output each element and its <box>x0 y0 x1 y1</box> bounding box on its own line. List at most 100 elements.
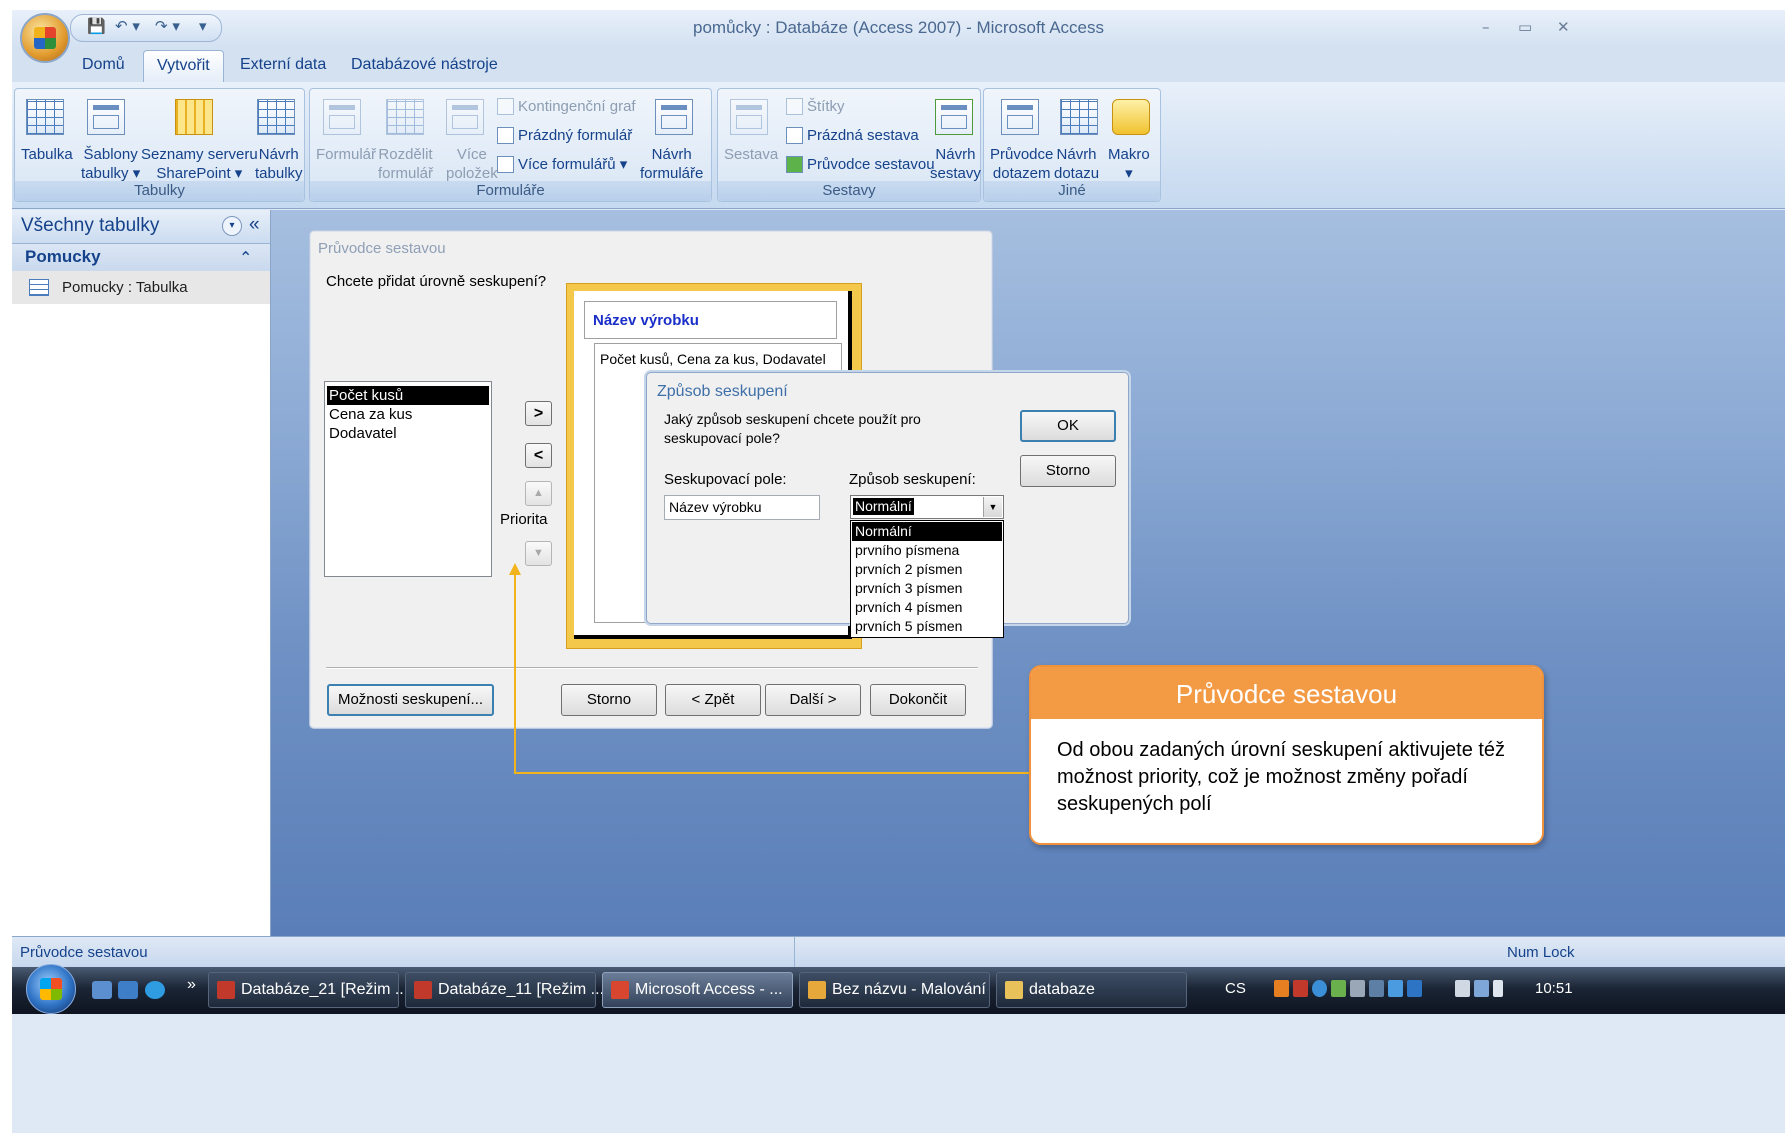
minimize-button[interactable]: – <box>1482 18 1490 36</box>
stitky-button[interactable]: Štítky <box>807 97 845 116</box>
tray-app-icon[interactable] <box>1274 980 1289 997</box>
navrh-tabulky-label: Návrh <box>258 146 299 163</box>
undo-icon[interactable]: ↶ ▾ <box>115 17 140 35</box>
vice-polozek-button[interactable]: Více položek <box>446 145 498 183</box>
group-sestavy: Sestava Štítky Prázdná sestava Průvodce … <box>717 88 981 202</box>
tray-messenger-icon[interactable] <box>1388 980 1403 997</box>
restore-button[interactable]: ▭ <box>1518 18 1532 36</box>
ok-button[interactable]: OK <box>1020 410 1116 442</box>
task-malovani[interactable]: Bez názvu - Malování <box>799 972 990 1008</box>
remove-grouping-button[interactable]: < <box>525 443 552 468</box>
close-button[interactable]: ✕ <box>1557 18 1570 36</box>
back-button[interactable]: < Zpět <box>665 684 761 716</box>
field-list[interactable]: Počet kusů Cena za kus Dodavatel <box>324 381 492 577</box>
save-icon[interactable]: 💾 <box>87 17 106 35</box>
switch-windows-icon[interactable] <box>118 981 138 999</box>
start-button[interactable] <box>26 964 76 1014</box>
navrh-sestavy-button[interactable]: Návrh sestavy <box>930 145 981 183</box>
tray-security-icon[interactable] <box>1331 980 1346 997</box>
tray-bluetooth-icon[interactable] <box>1407 980 1422 997</box>
field-item-pocet-kusu[interactable]: Počet kusů <box>327 386 489 405</box>
nav-group-pomucky[interactable]: Pomucky ⌃ <box>12 244 270 271</box>
vice-polozek-label: Více <box>456 146 487 163</box>
query-wizard-icon <box>1001 99 1039 135</box>
task-databaze-21[interactable]: Databáze_21 [Režim ... <box>208 972 408 1008</box>
navrh-tabulky-button[interactable]: Návrh tabulky <box>255 145 303 183</box>
tab-externi-data[interactable]: Externí data <box>240 56 326 74</box>
grouping-option-5[interactable]: prvních 5 písmen <box>852 617 1002 636</box>
finish-button[interactable]: Dokončit <box>870 684 966 716</box>
show-desktop-icon[interactable] <box>92 981 112 999</box>
nav-item-pomucky-tabulka[interactable]: Pomucky : Tabulka <box>12 271 270 304</box>
grouping-option-4[interactable]: prvních 4 písmen <box>852 598 1002 617</box>
dropdown-arrow-icon[interactable]: ▼ <box>983 497 1002 517</box>
priority-down-button[interactable]: ▼ <box>525 541 552 566</box>
rozdelit-formular-button[interactable]: Rozdělit formulář <box>378 145 433 183</box>
grouping-options-button[interactable]: Možnosti seskupení... <box>327 684 494 716</box>
prazdny-formular-button[interactable]: Prázdný formulář <box>518 126 632 145</box>
cancel-button[interactable]: Storno <box>561 684 657 716</box>
sablony-button[interactable]: Šablony tabulky ▾ <box>81 145 140 183</box>
group-jine: Průvodce dotazem Návrh dotazu Makro ▾ Jiné <box>983 88 1161 202</box>
task-label: Databáze_11 [Režim ... <box>438 981 605 998</box>
access-window: pomůcky : Databáze (Access 2007) - Micro… <box>12 10 1785 1133</box>
tab-vytvorit[interactable]: Vytvořit <box>143 50 224 83</box>
navrh-dotazu-button[interactable]: Návrh dotazu <box>1054 145 1099 183</box>
grouping-cancel-button[interactable]: Storno <box>1020 455 1116 487</box>
kontingencni-graf-button[interactable]: Kontingenční graf <box>518 97 636 116</box>
pivot-chart-icon <box>497 98 514 115</box>
priority-up-button[interactable]: ▲ <box>525 481 552 506</box>
sestava-button[interactable]: Sestava <box>724 145 778 164</box>
formular-button[interactable]: Formulář <box>316 145 376 164</box>
acrobat-icon[interactable] <box>1293 980 1308 997</box>
redo-icon[interactable]: ↷ ▾ <box>155 17 180 35</box>
grouping-mode-select[interactable]: Normální ▼ <box>850 495 1004 519</box>
tray-display-icon[interactable] <box>1369 980 1384 997</box>
seznamy-button[interactable]: Seznamy serveru SharePoint ▾ <box>141 145 258 183</box>
status-bar: Průvodce sestavou Num Lock <box>12 936 1785 967</box>
network-icon[interactable] <box>1474 980 1489 997</box>
office-button[interactable] <box>20 13 70 63</box>
tray-network-icon[interactable] <box>1312 980 1327 997</box>
power-icon[interactable] <box>1455 980 1470 997</box>
nav-dropdown-icon[interactable]: ▾ <box>222 216 242 236</box>
grouping-option-3[interactable]: prvních 3 písmen <box>852 579 1002 598</box>
task-databaze-11[interactable]: Databáze_11 [Režim ... <box>405 972 604 1008</box>
tabulka-button[interactable]: Tabulka <box>21 145 73 164</box>
nav-group-toggle-icon[interactable]: ⌃ <box>239 248 252 267</box>
task-microsoft-access[interactable]: Microsoft Access - ... <box>602 972 793 1008</box>
nav-collapse-icon[interactable]: « <box>249 214 260 236</box>
grouping-option-1[interactable]: prvního písmena <box>852 541 1002 560</box>
tab-domu[interactable]: Domů <box>82 56 125 74</box>
internet-explorer-icon[interactable] <box>145 981 165 999</box>
pruvodce-dotazem-button[interactable]: Průvodce dotazem <box>990 145 1053 183</box>
grouping-option-2[interactable]: prvních 2 písmen <box>852 560 1002 579</box>
grouping-mode-list[interactable]: Normální prvního písmena prvních 2 písme… <box>850 520 1004 638</box>
callout-pointer-line-horizontal <box>514 772 1031 774</box>
priority-label: Priorita <box>500 511 548 528</box>
language-indicator[interactable]: CS <box>1225 980 1246 997</box>
nav-header[interactable]: Všechny tabulky ▾ « <box>12 210 270 244</box>
tab-databazove-nastroje[interactable]: Databázové nástroje <box>351 56 498 74</box>
field-item-cena-za-kus[interactable]: Cena za kus <box>327 405 489 424</box>
tray-device-icon[interactable] <box>1350 980 1365 997</box>
makro-button[interactable]: Makro ▾ <box>1108 145 1150 183</box>
group-formulare: Formulář Rozdělit formulář Více položek Ko… <box>309 88 712 202</box>
add-grouping-button[interactable]: > <box>525 401 552 426</box>
navrh-formulare-label-2: formuláře <box>640 165 704 182</box>
prazdna-sestava-button[interactable]: Prázdná sestava <box>807 126 919 145</box>
pruvodce-dotazem-label-2: dotazem <box>992 165 1051 182</box>
task-databaze-folder[interactable]: databaze <box>996 972 1187 1008</box>
vice-formularu-button[interactable]: Více formulářů ▾ <box>518 155 627 174</box>
next-button[interactable]: Další > <box>765 684 861 716</box>
field-item-dodavatel[interactable]: Dodavatel <box>327 424 489 443</box>
grouping-option-normalni[interactable]: Normální <box>852 522 1002 541</box>
volume-icon[interactable] <box>1493 980 1503 997</box>
quicklaunch-chevron-icon[interactable]: » <box>187 976 196 994</box>
navrh-formulare-button[interactable]: Návrh formuláře <box>640 145 703 183</box>
makro-label: Makro <box>1108 146 1150 163</box>
wizard-separator <box>326 667 978 669</box>
customize-qat-icon[interactable]: ▾ <box>199 17 207 35</box>
clock[interactable]: 10:51 <box>1535 980 1573 997</box>
pruvodce-sestavou-button[interactable]: Průvodce sestavou <box>807 155 935 174</box>
